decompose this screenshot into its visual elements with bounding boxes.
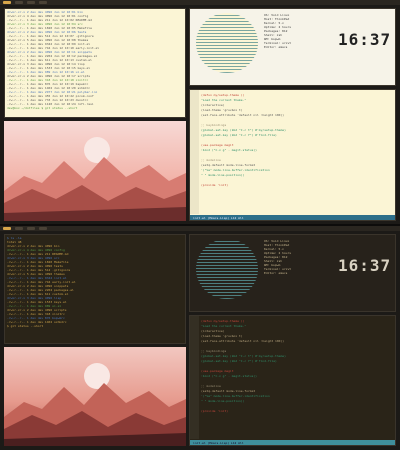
modeline-text: init.el (Emacs-Lisp) L12 All bbox=[193, 215, 244, 220]
terminal-line: $ git status --short bbox=[7, 324, 44, 328]
bottom-statusbar bbox=[0, 226, 400, 231]
terminal-window[interactable]: drwxr-xr-x 2 dev dev 4096 Jun 12 10:01 b… bbox=[4, 8, 186, 118]
code-line: '("%e" mode-line-buffer-identification bbox=[201, 394, 270, 398]
distro-logo-icon bbox=[196, 239, 258, 299]
workspace-4[interactable] bbox=[39, 227, 47, 230]
code-line: (global-set-key (kbd "C-c t") #'my/setup… bbox=[201, 354, 286, 358]
system-info-line: Editor: emacs bbox=[264, 45, 288, 49]
wallpaper bbox=[4, 347, 186, 446]
desktop-light: drwxr-xr-x 2 dev dev 4096 Jun 12 10:01 b… bbox=[0, 0, 400, 225]
code-line: (set-face-attribute 'default nil :height… bbox=[201, 339, 285, 343]
code-line: (provide 'init) bbox=[201, 183, 229, 187]
code-line: (provide 'init) bbox=[201, 409, 229, 413]
code-line: (global-set-key (kbd "C-c f") #'find-fil… bbox=[201, 359, 277, 363]
code-line: ;; modeline bbox=[201, 384, 221, 388]
code-line: ;; modeline bbox=[201, 158, 221, 162]
terminal-output: drwxr-xr-x 2 dev dev 4096 Jun 12 10:01 b… bbox=[5, 9, 185, 111]
workspace-1[interactable] bbox=[3, 227, 11, 230]
workspace-2[interactable] bbox=[15, 227, 23, 230]
code-line: (global-set-key (kbd "C-c t") #'my/setup… bbox=[201, 128, 286, 132]
modeline: init.el (Emacs-Lisp) L12 All bbox=[190, 215, 395, 220]
desktop-dark: $ ls -la total 48 drwxr-xr-x 2 dev dev 409… bbox=[0, 226, 400, 450]
code-line: (defun my/setup-theme () bbox=[201, 93, 245, 97]
neofetch-window[interactable]: OS: Void Linux Host: ThinkPad Kernel: 5.x U… bbox=[189, 234, 396, 312]
code-line: '("%e" mode-line-buffer-identification bbox=[201, 168, 270, 172]
code-line: (defun my/setup-theme () bbox=[201, 319, 245, 323]
code-line: (use-package magit bbox=[201, 143, 234, 147]
code-line: (setq-default mode-line-format bbox=[201, 389, 256, 393]
workspace-1[interactable] bbox=[3, 1, 11, 4]
code-line: (interactive) bbox=[201, 103, 225, 107]
workspace-3[interactable] bbox=[27, 227, 35, 230]
code-line: (use-package magit bbox=[201, 369, 234, 373]
code-line: " " mode-line-position)) bbox=[201, 173, 245, 177]
emacs-editor-window[interactable]: (defun my/setup-theme () "Load the curre… bbox=[189, 89, 396, 221]
clock: 16:37 bbox=[338, 256, 392, 275]
code-line: "Load the current theme." bbox=[201, 324, 247, 328]
code-line: ;; keybindings bbox=[201, 123, 227, 127]
code-line: :bind ("C-x g" . magit-status)) bbox=[201, 148, 257, 152]
wallpaper bbox=[4, 121, 186, 221]
code-line: (set-face-attribute 'default nil :height… bbox=[201, 113, 285, 117]
modeline-text: init.el (Emacs-Lisp) L12 All bbox=[193, 440, 244, 445]
top-statusbar bbox=[0, 0, 400, 5]
workspace-3[interactable] bbox=[27, 1, 35, 4]
code-line: :bind ("C-x g" . magit-status)) bbox=[201, 374, 257, 378]
mountain-range bbox=[4, 383, 186, 446]
code-line: (global-set-key (kbd "C-c f") #'find-fil… bbox=[201, 133, 277, 137]
terminal-output: $ ls -la total 48 drwxr-xr-x 2 dev dev 409… bbox=[5, 235, 185, 329]
code-line: " " mode-line-position)) bbox=[201, 399, 245, 403]
code-line: ;; keybindings bbox=[201, 349, 227, 353]
line-number-gutter bbox=[190, 316, 199, 439]
mountain-range bbox=[4, 157, 186, 221]
workspace-4[interactable] bbox=[39, 1, 47, 4]
clock: 16:37 bbox=[338, 30, 392, 49]
code-line: (setq-default mode-line-format bbox=[201, 163, 256, 167]
code-line: (interactive) bbox=[201, 329, 225, 333]
workspace-2[interactable] bbox=[15, 1, 23, 4]
terminal-window[interactable]: $ ls -la total 48 drwxr-xr-x 2 dev dev 409… bbox=[4, 234, 186, 344]
modeline: init.el (Emacs-Lisp) L12 All bbox=[190, 440, 395, 445]
emacs-editor-window[interactable]: (defun my/setup-theme () "Load the curre… bbox=[189, 315, 396, 446]
code-line: (load-theme 'gruvbox t) bbox=[201, 334, 243, 338]
distro-logo-icon bbox=[196, 13, 258, 73]
system-info-line: Editor: emacs bbox=[264, 271, 288, 275]
neofetch-window[interactable]: OS: Void Linux Host: ThinkPad Kernel: 5.x U… bbox=[189, 8, 396, 86]
code-line: (load-theme 'gruvbox t) bbox=[201, 108, 243, 112]
code-line: "Load the current theme." bbox=[201, 98, 247, 102]
terminal-line: dev@box ~/dotfiles $ git status --short bbox=[7, 106, 78, 110]
line-number-gutter bbox=[190, 90, 199, 214]
